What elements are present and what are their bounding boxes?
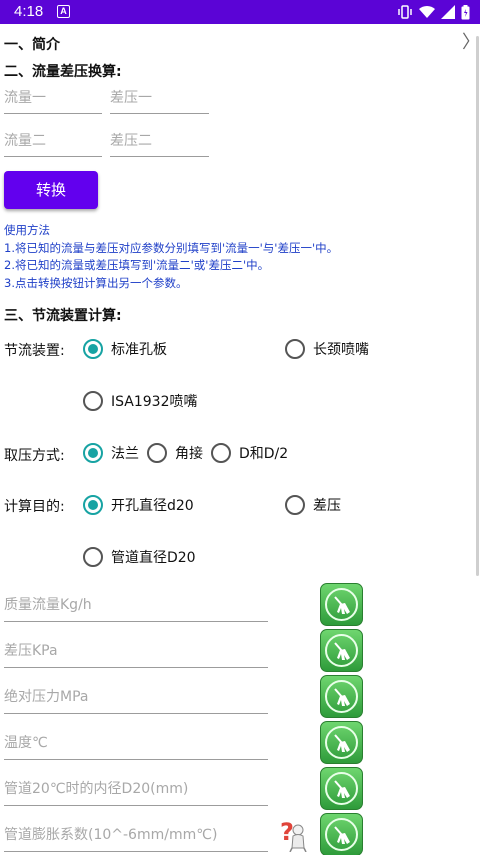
clear-pipe-diameter-button[interactable] xyxy=(320,767,363,810)
status-time: 4:18 xyxy=(14,3,44,20)
flow2-input[interactable]: 流量二 xyxy=(4,129,102,157)
radio-label: 长颈喷嘴 xyxy=(313,342,369,358)
dp1-input[interactable]: 差压一 xyxy=(110,86,209,114)
broom-icon xyxy=(325,772,358,805)
expansion-coefficient-input[interactable]: 管道膨胀系数(10^-6mm/mm℃) xyxy=(4,822,268,852)
flow1-input[interactable]: 流量一 xyxy=(4,86,102,114)
radio-label: 标准孔板 xyxy=(111,342,167,358)
clear-mass-flow-button[interactable] xyxy=(320,583,363,626)
radio-checked-icon xyxy=(83,339,103,359)
broom-icon xyxy=(325,818,358,851)
help-question-icon[interactable]: ? xyxy=(278,818,308,852)
svg-text:?: ? xyxy=(280,818,294,846)
radio-differential-pressure[interactable]: 差压 xyxy=(285,495,341,515)
radio-label: 管道直径D20 xyxy=(111,550,196,566)
usage-step-2: 2.将已知的流量或差压填写到'流量二'或'差压二'中。 xyxy=(4,258,270,272)
clear-absolute-pressure-button[interactable] xyxy=(320,675,363,718)
app-notification-icon: A xyxy=(57,5,70,18)
radio-bore-diameter[interactable]: 开孔直径d20 xyxy=(83,495,194,515)
radio-flange-tapping[interactable]: 法兰 xyxy=(83,443,139,463)
battery-icon xyxy=(461,4,470,19)
scrollbar[interactable] xyxy=(476,36,479,576)
radio-label: 角接 xyxy=(175,446,203,462)
broom-icon xyxy=(325,634,358,667)
clear-temperature-button[interactable] xyxy=(320,721,363,764)
device-label: 节流装置: xyxy=(4,343,65,359)
usage-step-1: 1.将已知的流量与差压对应参数分别填写到'流量一'与'差压一'中。 xyxy=(4,240,339,255)
dp2-input[interactable]: 差压二 xyxy=(110,129,209,157)
cell-signal-icon xyxy=(441,5,455,19)
broom-icon xyxy=(325,680,358,713)
temperature-input[interactable]: 温度℃ xyxy=(4,730,268,760)
broom-icon xyxy=(325,726,358,759)
radio-unchecked-icon xyxy=(83,391,103,411)
usage-instructions: 使用方法 1.将已知的流量与差压对应参数分别填写到'流量一'与'差压一'中。 2… xyxy=(4,222,338,292)
broom-icon xyxy=(325,588,358,621)
radio-unchecked-icon xyxy=(285,495,305,515)
status-bar: 4:18 A xyxy=(0,0,480,24)
usage-step-3: 3.点击转换按钮计算出另一个参数。 xyxy=(4,275,188,290)
radio-long-radius-nozzle[interactable]: 长颈喷嘴 xyxy=(285,339,369,359)
radio-label: 法兰 xyxy=(111,446,139,462)
clear-dp-button[interactable] xyxy=(320,629,363,672)
convert-button[interactable]: 转换 xyxy=(4,171,98,209)
radio-isa1932-nozzle[interactable]: ISA1932喷嘴 xyxy=(83,391,197,411)
section-intro-title[interactable]: 一、简介 xyxy=(4,34,60,54)
radio-unchecked-icon xyxy=(285,339,305,359)
clear-expansion-coefficient-button[interactable] xyxy=(320,813,363,855)
usage-title: 使用方法 xyxy=(4,223,50,237)
radio-d-and-d2-tapping[interactable]: D和D/2 xyxy=(211,443,288,463)
radio-unchecked-icon xyxy=(83,547,103,567)
radio-checked-icon xyxy=(83,443,103,463)
section-conversion-title: 二、流量差压换算: xyxy=(4,64,122,80)
differential-pressure-input[interactable]: 差压KPa xyxy=(4,638,268,668)
radio-pipe-diameter[interactable]: 管道直径D20 xyxy=(83,547,196,567)
radio-unchecked-icon xyxy=(147,443,167,463)
radio-label: 开孔直径d20 xyxy=(111,498,194,514)
radio-label: ISA1932喷嘴 xyxy=(111,394,198,410)
radio-label: 差压 xyxy=(313,498,341,514)
target-label: 计算目的: xyxy=(4,499,65,515)
absolute-pressure-input[interactable]: 绝对压力MPa xyxy=(4,684,268,714)
radio-checked-icon xyxy=(83,495,103,515)
vibrate-icon xyxy=(398,5,412,19)
status-icons xyxy=(397,3,470,21)
radio-corner-tapping[interactable]: 角接 xyxy=(147,443,203,463)
radio-label: D和D/2 xyxy=(239,446,289,462)
wifi-icon xyxy=(419,5,435,19)
mass-flow-input[interactable]: 质量流量Kg/h xyxy=(4,592,268,622)
radio-standard-orifice[interactable]: 标准孔板 xyxy=(83,339,167,359)
pipe-diameter-input[interactable]: 管道20℃时的内径D20(mm) xyxy=(4,776,268,806)
tapping-label: 取压方式: xyxy=(4,448,65,464)
radio-unchecked-icon xyxy=(211,443,231,463)
section-device-title: 三、节流装置计算: xyxy=(4,308,122,324)
